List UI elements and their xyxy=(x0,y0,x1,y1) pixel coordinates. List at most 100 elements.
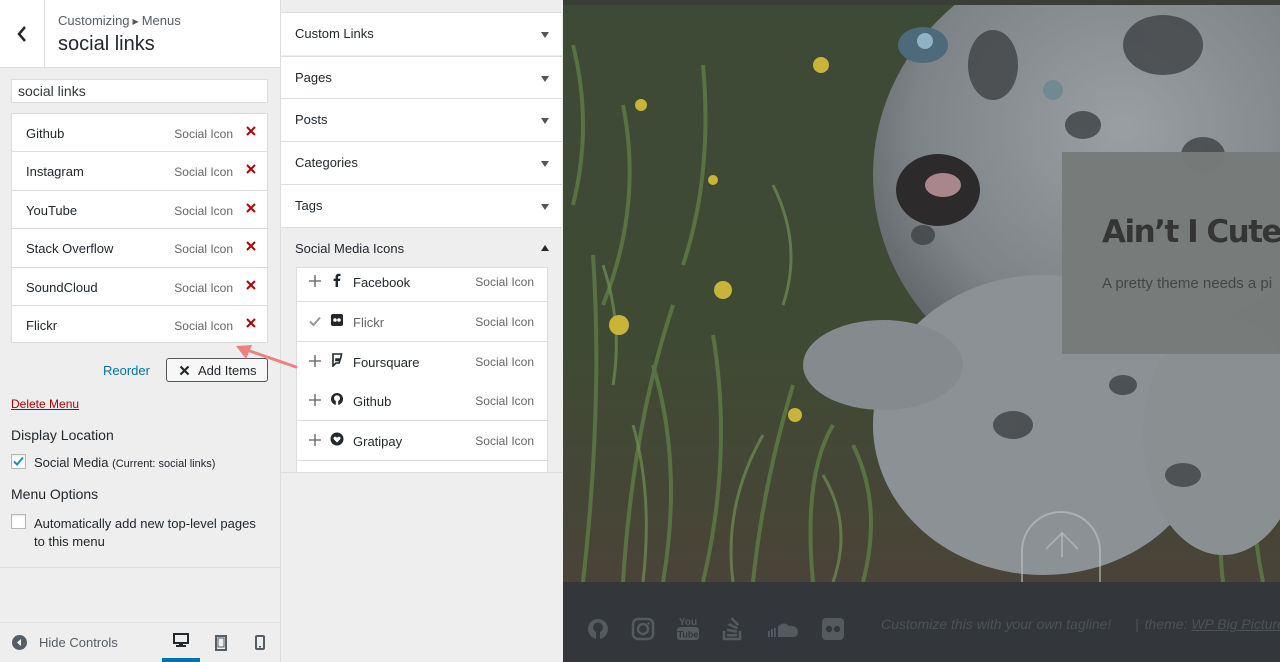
checkmark-icon xyxy=(13,456,24,466)
stack-overflow-icon[interactable] xyxy=(721,617,745,641)
available-item-foursquare[interactable]: Foursquare Social Icon xyxy=(297,342,547,382)
customizer-controls-panel: Customizing▶Menus social links Github So… xyxy=(0,0,281,662)
delete-x-icon[interactable] xyxy=(244,316,258,330)
tablet-icon xyxy=(215,634,227,651)
theme-link[interactable]: WP Big Picture xyxy=(1191,616,1280,632)
auto-add-label-line1: Automatically add new top-level pages xyxy=(34,516,256,531)
tablet-preview-button[interactable] xyxy=(202,623,240,662)
available-item-title: Facebook xyxy=(353,275,411,290)
checkmark-icon xyxy=(309,316,321,327)
available-item-facebook[interactable]: Facebook Social Icon xyxy=(297,268,547,302)
hero-title: Ain’t I Cute? xyxy=(1102,214,1280,250)
arrow-down-icon xyxy=(541,76,549,82)
section-social-media-icons[interactable]: Social Media Icons xyxy=(281,227,562,270)
menu-item-type: Social Icon xyxy=(174,318,233,333)
menu-item-type: Social Icon xyxy=(174,165,233,180)
display-location-heading: Display Location xyxy=(11,427,114,443)
plus-icon xyxy=(309,355,321,367)
svg-text:You: You xyxy=(679,617,697,628)
menu-item[interactable]: SoundCloud Social Icon xyxy=(11,266,268,305)
delete-x-icon[interactable] xyxy=(244,124,258,138)
section-categories[interactable]: Categories xyxy=(281,141,562,184)
available-item-title: Foursquare xyxy=(353,355,420,370)
social-media-location-label: Social Media (Current: social links) xyxy=(34,455,215,470)
menu-item[interactable]: Instagram Social Icon xyxy=(11,151,268,190)
delete-x-icon[interactable] xyxy=(244,239,258,253)
back-button[interactable] xyxy=(0,0,45,67)
menu-item-type: Social Icon xyxy=(174,280,233,295)
menu-name-input[interactable] xyxy=(11,79,268,103)
section-tags[interactable]: Tags xyxy=(281,184,562,227)
scroll-down-button[interactable] xyxy=(1021,511,1101,591)
arrow-down-icon xyxy=(541,32,549,38)
menu-item-type: Social Icon xyxy=(174,127,233,141)
gratipay-icon xyxy=(330,432,344,446)
desktop-icon xyxy=(173,633,189,647)
delete-x-icon[interactable] xyxy=(244,201,258,215)
section-pages[interactable]: Pages xyxy=(281,56,562,99)
credit-separator: | xyxy=(1135,616,1139,632)
hide-controls-label: Hide Controls xyxy=(39,635,118,650)
available-item-flickr[interactable]: Flickr Social Icon xyxy=(297,302,547,342)
arrow-up-icon xyxy=(1045,531,1079,557)
available-item-title: Flickr xyxy=(353,315,385,330)
available-item-type: Social Icon xyxy=(475,434,534,448)
available-item-type: Social Icon xyxy=(475,275,534,289)
available-social-icons-list: Facebook Social Icon Flickr Social Icon … xyxy=(296,267,548,473)
facebook-icon xyxy=(333,273,341,287)
site-tagline: Customize this with your own tagline! xyxy=(881,616,1112,632)
available-item-type: Social Icon xyxy=(475,355,534,369)
menu-item-title: Github xyxy=(26,126,65,141)
mobile-preview-button[interactable] xyxy=(241,623,279,662)
customizer-footer: Hide Controls xyxy=(0,622,280,662)
menu-item-title: Stack Overflow xyxy=(26,241,114,257)
svg-text:Tube: Tube xyxy=(678,630,699,640)
arrow-down-icon xyxy=(541,161,549,167)
desktop-preview-button[interactable] xyxy=(162,623,200,662)
reorder-link[interactable]: Reorder xyxy=(103,363,150,378)
menu-items-list: Github Social Icon Instagram Social Icon… xyxy=(11,113,268,344)
section-title: Categories xyxy=(295,155,358,170)
soundcloud-icon[interactable] xyxy=(766,617,800,641)
instagram-icon[interactable] xyxy=(631,617,655,641)
hero-card: Ain’t I Cute? A pretty theme needs a pi xyxy=(1062,152,1280,354)
section-title: Tags xyxy=(295,198,323,213)
arrow-up-icon xyxy=(541,245,549,251)
available-item-gratipay[interactable]: Gratipay Social Icon xyxy=(297,421,547,461)
close-icon xyxy=(179,365,190,375)
available-item-title: Gratipay xyxy=(353,434,403,449)
menu-item[interactable]: Flickr Social Icon xyxy=(11,304,268,344)
theme-prefix: theme: xyxy=(1144,616,1192,632)
breadcrumb-section: Menus xyxy=(141,13,181,28)
flickr-icon[interactable] xyxy=(821,617,845,641)
section-title: Social Media Icons xyxy=(295,241,405,256)
delete-x-icon[interactable] xyxy=(244,278,258,292)
add-items-button[interactable]: Add Items xyxy=(166,358,268,382)
menu-item[interactable]: Stack Overflow Social Icon xyxy=(11,228,268,267)
youtube-icon[interactable]: You Tube xyxy=(676,614,700,644)
menu-item[interactable]: Github Social Icon xyxy=(11,113,268,152)
available-item-type: Social Icon xyxy=(475,394,534,408)
github-icon[interactable] xyxy=(586,617,610,641)
plus-icon xyxy=(309,434,321,446)
menu-item-title: SoundCloud xyxy=(26,279,98,295)
social-media-location-checkbox[interactable] xyxy=(11,454,26,469)
page-title: social links xyxy=(58,33,155,55)
menu-options-heading: Menu Options xyxy=(11,486,99,502)
auto-add-pages-checkbox[interactable] xyxy=(11,514,26,529)
location-current: (Current: social links) xyxy=(112,458,216,470)
section-posts[interactable]: Posts xyxy=(281,98,562,141)
available-item-title: Github xyxy=(353,394,392,409)
available-item-github[interactable]: Github Social Icon xyxy=(297,381,547,421)
delete-x-icon[interactable] xyxy=(244,162,258,176)
menu-item[interactable]: YouTube Social Icon xyxy=(11,189,268,229)
menu-item-title: Flickr xyxy=(26,317,58,333)
hide-controls-button[interactable]: Hide Controls xyxy=(12,635,118,650)
site-footer: You Tube Customize this with your own tag… xyxy=(563,582,1280,662)
delete-menu-link[interactable]: Delete Menu xyxy=(11,397,79,411)
panel-header: Customizing ▶ Menus social links xyxy=(0,0,280,68)
plus-icon xyxy=(309,394,321,406)
section-title: Pages xyxy=(295,70,332,85)
chevron-left-icon xyxy=(17,25,26,42)
section-custom-links[interactable]: Custom Links xyxy=(281,12,562,55)
